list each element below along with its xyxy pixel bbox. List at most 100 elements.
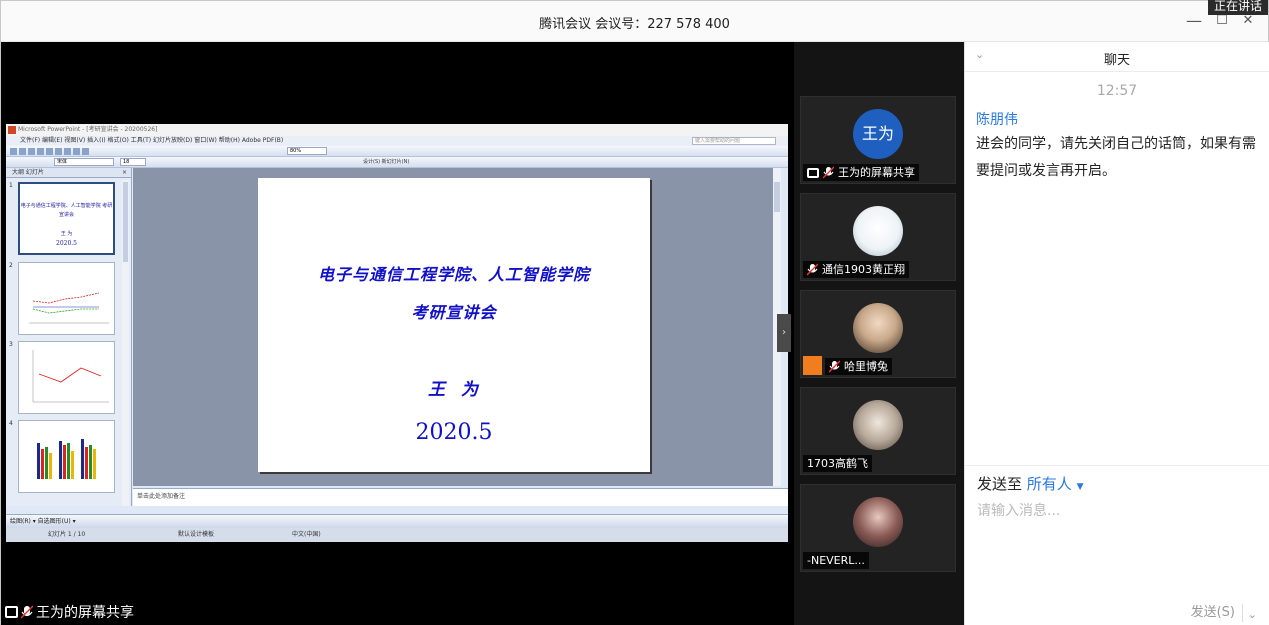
send-options-chevron-icon[interactable]: ⌄ [1248, 608, 1257, 621]
status-design: 默认设计模板 [178, 531, 215, 538]
close-pane-icon[interactable]: × [122, 168, 127, 178]
thumb-number: 3 [9, 341, 13, 348]
ppt-menu-items[interactable]: 文件(F) 编辑(E) 视图(V) 插入(I) 格式(O) 工具(T) 幻灯片放… [20, 137, 283, 144]
mic-muted-icon [807, 263, 818, 276]
undo-icon[interactable] [73, 148, 80, 155]
participant-name: 哈里博兔 [825, 358, 892, 375]
status-language: 中文(中国) [292, 531, 321, 538]
chat-header: ⌄ 聊天 [965, 42, 1269, 72]
divider [1242, 604, 1243, 622]
toolbar-design-buttons[interactable]: 设计(S) 新幻灯片(N) [363, 158, 409, 166]
participant-name: 通信1903黄正翔 [803, 261, 909, 278]
drawing-toolbar[interactable]: 绘图(R) ▾ 自选图形(U) ▾ [6, 514, 788, 528]
slide-title-line-1: 电子与通信工程学院、人工智能学院 [317, 265, 590, 284]
thumb-title: 电子与通信工程学院、人工智能学院 考研宣讲会 [20, 203, 113, 218]
participant-tile[interactable]: 王为 王为的屏幕共享 [800, 96, 956, 184]
slide-thumbnail-3[interactable] [18, 341, 115, 414]
thumb-number: 4 [9, 420, 13, 427]
open-icon[interactable] [19, 148, 26, 155]
participant-name: 王为的屏幕共享 [803, 164, 919, 181]
redo-icon[interactable] [82, 148, 89, 155]
expand-participants-arrow[interactable]: › [777, 314, 791, 352]
new-icon[interactable] [10, 148, 17, 155]
avatar [853, 303, 903, 353]
ppt-window-title: Microsoft PowerPoint - [考研宣讲会 - 20200526… [18, 126, 158, 133]
mic-muted-icon [823, 166, 834, 179]
powerpoint-logo-icon [8, 126, 16, 134]
ppt-title-bar: Microsoft PowerPoint - [考研宣讲会 - 20200526… [6, 124, 788, 136]
font-size-select[interactable]: 18 [120, 158, 146, 166]
thumb-date: 2020.5 [56, 240, 77, 247]
chat-input[interactable]: 请输入消息... [977, 500, 1060, 520]
slide-title-line-2: 考研宣讲会 [411, 303, 497, 322]
caret-down-icon: ▼ [1076, 482, 1084, 492]
send-target-row: 发送至 所有人 ▼ [965, 465, 1269, 493]
message-text: 进会的同学，请先关闭自己的话筒，如果有需要提问或发言再开启。 [976, 136, 1256, 179]
title-bar: 腾讯会议 会议号：227 578 400 — ☐ ✕ 正在讲话 [1, 0, 1268, 42]
thumbnail-tabs: 大纲 幻灯片 × [6, 168, 131, 178]
participant-tile[interactable]: -NEVERL... [800, 484, 956, 572]
paste-icon[interactable] [64, 148, 71, 155]
thumb-author: 王 为 [60, 231, 73, 237]
host-badge-icon [803, 356, 822, 375]
thumb-trend-graphic [32, 350, 109, 403]
powerpoint-window: Microsoft PowerPoint - [考研宣讲会 - 20200526… [6, 124, 788, 542]
send-to-label: 发送至 [977, 475, 1023, 493]
speaking-indicator: 正在讲话 [1207, 0, 1268, 15]
message-sender: 陈朋伟 [976, 112, 1018, 128]
slide-edit-area: 电子与通信工程学院、人工智能学院 考研宣讲会 王为 2020.5 [133, 168, 781, 486]
avatar [853, 400, 903, 450]
save-icon[interactable] [28, 148, 35, 155]
screen-share-icon [807, 167, 819, 178]
slide-author: 王为 [428, 380, 494, 400]
avatar [853, 497, 903, 547]
notes-pane[interactable]: 单击此处添加备注 [133, 488, 788, 506]
send-target-select[interactable]: 所有人 ▼ [1027, 475, 1084, 493]
mic-muted-icon [829, 360, 840, 373]
participant-tile[interactable]: 通信1903黄正翔 [800, 193, 956, 281]
participant-tile[interactable]: 哈里博兔 [800, 290, 956, 378]
message-timestamp: 12:57 [1096, 83, 1138, 99]
meeting-window: 腾讯会议 会议号：227 578 400 — ☐ ✕ 正在讲话 Microsof… [0, 0, 1269, 625]
thumbnail-scrollbar[interactable] [122, 180, 129, 506]
ppt-status-bar: 幻灯片 1 / 10 默认设计模板 中文(中国) [6, 528, 788, 542]
chat-panel: ⌄ 聊天 12:57 陈朋伟 进会的同学，请先关闭自己的话筒，如果有需要提问或发… [964, 42, 1269, 625]
window-title: 腾讯会议 会议号：227 578 400 [539, 17, 730, 32]
slide-thumbnail-4[interactable] [18, 420, 115, 493]
participant-name: 1703高鹤飞 [803, 455, 872, 472]
send-button[interactable]: 发送(S) [1191, 601, 1235, 620]
slide-date: 2020.5 [415, 420, 493, 445]
thumb-number: 2 [9, 262, 13, 269]
toolbar-icons [10, 148, 89, 155]
zoom-select[interactable]: 80% [287, 147, 327, 155]
tab-outline-slides[interactable]: 大纲 幻灯片 [12, 169, 44, 176]
shared-screen-stage: Microsoft PowerPoint - [考研宣讲会 - 20200526… [1, 42, 794, 625]
participant-name: -NEVERL... [803, 552, 869, 569]
ppt-format-toolbar: 宋体 18 设计(S) 新幻灯片(N) [6, 157, 788, 168]
mic-muted-icon [21, 605, 33, 619]
participant-tile[interactable]: 1703高鹤飞 [800, 387, 956, 475]
cut-icon[interactable] [46, 148, 53, 155]
font-select[interactable]: 宋体 [54, 158, 114, 166]
ppt-help-box[interactable]: 键入需要帮助的问题 [692, 137, 776, 145]
ppt-standard-toolbar: 80% [6, 146, 788, 157]
screen-share-icon [5, 606, 18, 618]
print-icon[interactable] [37, 148, 44, 155]
thumb-bar-graphic [37, 439, 96, 479]
minimize-button[interactable]: — [1184, 11, 1204, 31]
slide-thumbnail-pane: 大纲 幻灯片 × 1 电子与通信工程学院、人工智能学院 考研宣讲会 王 为 20… [6, 168, 132, 506]
avatar: 王为 [853, 109, 903, 159]
ppt-body: 大纲 幻灯片 × 1 电子与通信工程学院、人工智能学院 考研宣讲会 王 为 20… [6, 168, 788, 506]
copy-icon[interactable] [55, 148, 62, 155]
thumb-number: 1 [9, 182, 13, 189]
avatar [853, 206, 903, 256]
chat-title: 聊天 [1103, 53, 1130, 68]
participant-list: 王为 王为的屏幕共享 通信1903黄正翔 哈里博兔 1703高鹤飞 -NEVER… [794, 42, 964, 625]
share-label: 王为的屏幕共享 [5, 602, 134, 622]
slide-thumbnail-2[interactable] [18, 262, 115, 335]
thumb-line-chart-graphic [29, 292, 109, 324]
ppt-menu-bar: 文件(F) 编辑(E) 视图(V) 插入(I) 格式(O) 工具(T) 幻灯片放… [6, 136, 788, 146]
slide-thumbnail-1[interactable]: 电子与通信工程学院、人工智能学院 考研宣讲会 王 为 2020.5 [18, 182, 115, 255]
slide-title: 电子与通信工程学院、人工智能学院 考研宣讲会 [258, 256, 650, 332]
current-slide[interactable]: 电子与通信工程学院、人工智能学院 考研宣讲会 王为 2020.5 [258, 178, 650, 472]
